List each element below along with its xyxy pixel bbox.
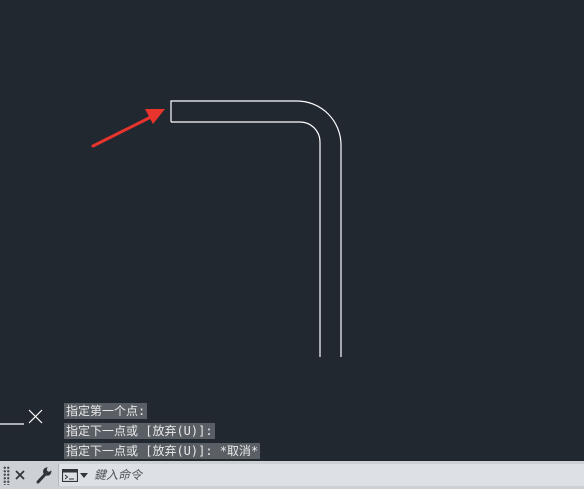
drawing-canvas[interactable]	[0, 0, 584, 461]
annotation-arrow	[91, 109, 165, 148]
close-icon[interactable]	[14, 469, 26, 481]
grip-handle-icon[interactable]	[3, 466, 10, 485]
inner-contour[interactable]	[171, 121, 321, 357]
command-input[interactable]	[94, 465, 574, 485]
polyline-drawing[interactable]	[170, 100, 342, 357]
chevron-down-icon[interactable]	[80, 473, 88, 479]
history-line: 指定第一个点:	[64, 403, 148, 419]
outer-contour[interactable]	[170, 100, 342, 357]
wrench-icon[interactable]	[35, 466, 53, 484]
history-line: 指定下一点或 [放弃(U)]: *取消*	[64, 443, 261, 459]
crosshair-cursor-icon	[0, 409, 43, 425]
history-line: 指定下一点或 [放弃(U)]:	[64, 423, 215, 439]
command-prompt-icon[interactable]	[62, 469, 78, 482]
